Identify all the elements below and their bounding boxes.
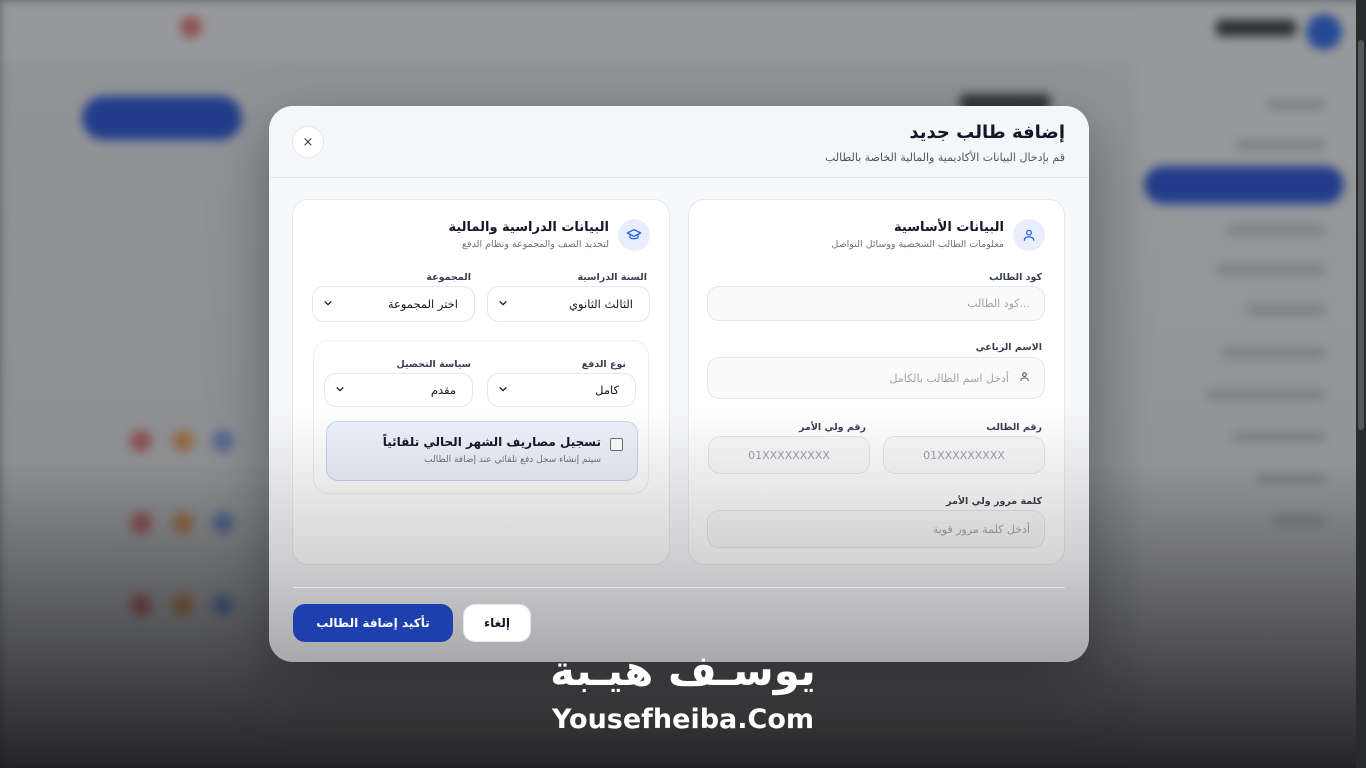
guardian-phone-label: رقم ولي الأمر [799, 422, 866, 433]
payment-settings-panel: نوع الدفع كامل سياسة التحصيل مقدم تسجيل … [313, 340, 649, 494]
full-name-input[interactable]: أدخل اسم الطالب بالكامل [707, 357, 1045, 399]
guardian-phone-placeholder: 01XXXXXXXXX [748, 448, 830, 462]
student-phone-placeholder: 01XXXXXXXXX [923, 448, 1005, 462]
chevron-down-icon [498, 384, 508, 397]
modal-header: إضافة طالب جديد قم بإدخال البيانات الأكا… [269, 106, 1089, 178]
academic-info-description: لتحديد الصف والمجموعة ونظام الدفع [461, 239, 609, 250]
chevron-down-icon [498, 298, 508, 311]
student-code-input[interactable]: ...كود الطالب [707, 286, 1045, 321]
watermark-arabic: يوسـف هيـبة [550, 646, 816, 695]
user-icon [1013, 219, 1045, 251]
graduation-cap-icon [618, 219, 650, 251]
modal-title: إضافة طالب جديد [909, 122, 1065, 143]
collection-policy-select[interactable]: مقدم [324, 373, 473, 407]
footer-divider [293, 587, 1065, 588]
academic-info-card: البيانات الدراسية والمالية لتحديد الصف و… [292, 199, 670, 565]
student-code-placeholder: ...كود الطالب [967, 297, 1030, 310]
auto-charge-title: تسجيل مصاريف الشهر الحالي تلقائياً [382, 435, 601, 449]
chevron-down-icon [335, 384, 345, 397]
auto-charge-checkbox[interactable] [610, 438, 623, 451]
basic-info-title: البيانات الأساسية [894, 220, 1004, 235]
close-button[interactable]: × [292, 126, 324, 158]
basic-info-card: البيانات الأساسية معلومات الطالب الشخصية… [688, 199, 1065, 565]
student-phone-input[interactable]: 01XXXXXXXXX [883, 436, 1045, 474]
guardian-password-placeholder: أدخل كلمة مرور قوية [932, 522, 1030, 536]
guardian-password-label: كلمة مرور ولي الأمر [946, 496, 1042, 507]
payment-type-label: نوع الدفع [581, 359, 626, 370]
group-label: المجموعة [426, 272, 471, 283]
school-year-select[interactable]: الثالث الثانوي [487, 286, 650, 322]
student-code-label: كود الطالب [989, 272, 1042, 283]
cancel-button[interactable]: إلغاء [463, 604, 531, 642]
payment-type-select[interactable]: كامل [487, 373, 636, 407]
auto-charge-option[interactable]: تسجيل مصاريف الشهر الحالي تلقائياً سيتم … [326, 421, 638, 481]
group-select[interactable]: اختر المجموعة [312, 286, 475, 322]
add-student-modal: إضافة طالب جديد قم بإدخال البيانات الأكا… [269, 106, 1089, 662]
payment-type-value: كامل [595, 383, 619, 397]
guardian-phone-input[interactable]: 01XXXXXXXXX [708, 436, 870, 474]
watermark-latin: Yousefheiba.Com [551, 704, 815, 735]
chevron-down-icon [323, 298, 333, 311]
full-name-label: الاسم الرباعي [975, 342, 1042, 353]
collection-policy-label: سياسة التحصيل [396, 359, 471, 370]
school-year-label: السنة الدراسية [577, 272, 647, 283]
collection-policy-value: مقدم [430, 383, 456, 397]
confirm-add-student-button[interactable]: تأكيد إضافة الطالب [293, 604, 453, 642]
student-phone-label: رقم الطالب [986, 422, 1042, 433]
auto-charge-description: سيتم إنشاء سجل دفع تلقائي عند إضافة الطا… [424, 455, 601, 465]
scrollbar-thumb[interactable] [1358, 40, 1364, 430]
person-icon [1019, 371, 1030, 385]
school-year-value: الثالث الثانوي [569, 297, 633, 311]
academic-info-title: البيانات الدراسية والمالية [448, 220, 609, 235]
full-name-placeholder: أدخل اسم الطالب بالكامل [889, 371, 1009, 385]
guardian-password-input[interactable]: أدخل كلمة مرور قوية [707, 510, 1045, 548]
close-icon: × [302, 134, 314, 150]
basic-info-description: معلومات الطالب الشخصية ووسائل التواصل [831, 239, 1004, 250]
modal-subtitle: قم بإدخال البيانات الأكاديمية والمالية ا… [824, 151, 1065, 164]
group-value: اختر المجموعة [387, 297, 458, 311]
